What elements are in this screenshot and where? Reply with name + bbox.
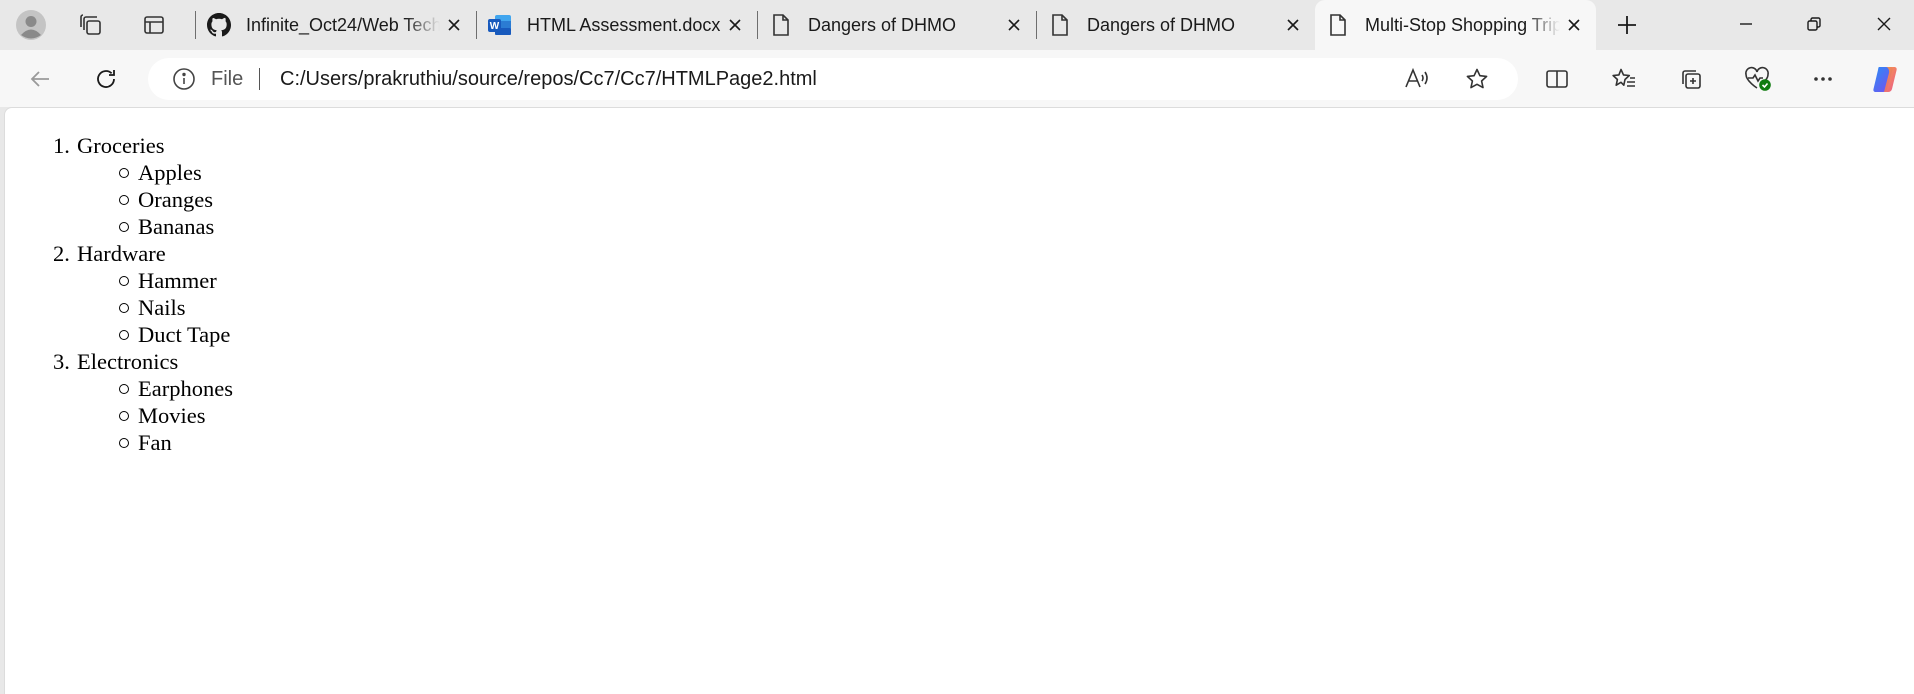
collections-button[interactable]: [1670, 58, 1712, 100]
back-button[interactable]: [19, 58, 61, 100]
page-icon: [1047, 12, 1073, 38]
circle-bullet-icon: [119, 411, 129, 421]
minimize-button[interactable]: [1716, 0, 1776, 48]
item-label: Fan: [138, 430, 172, 455]
copilot-button[interactable]: [1866, 58, 1908, 100]
circle-bullet-icon: [119, 276, 129, 286]
collections-icon: [1682, 70, 1701, 89]
category-number: 1.: [53, 133, 70, 158]
item-label: Earphones: [138, 376, 233, 401]
item-label: Hammer: [138, 268, 217, 293]
circle-bullet-icon: [119, 168, 129, 178]
github-icon: [206, 12, 232, 38]
tab-word-document[interactable]: W HTML Assessment.docx: [477, 5, 757, 45]
close-icon[interactable]: [1000, 11, 1028, 39]
browser-toolbar: File C:/Users/prakruthiu/source/repos/Cc…: [0, 50, 1914, 107]
circle-bullet-icon: [119, 303, 129, 313]
tab-actions-button[interactable]: [132, 5, 176, 45]
split-screen-icon: [1546, 70, 1568, 88]
address-divider: [259, 68, 260, 90]
item-label: Duct Tape: [138, 322, 231, 347]
category-label: Groceries: [77, 133, 165, 158]
circle-bullet-icon: [119, 195, 129, 205]
circle-bullet-icon: [119, 384, 129, 394]
favorites-button[interactable]: [1603, 58, 1645, 100]
category-number: 3.: [53, 349, 70, 374]
close-icon[interactable]: [1279, 11, 1307, 39]
new-tab-button[interactable]: [1605, 5, 1649, 45]
category-number: 2.: [53, 241, 70, 266]
star-icon: [1466, 68, 1488, 89]
page-viewport: 1. Groceries Apples Oranges Bananas 2. H…: [4, 107, 1914, 694]
circle-bullet-icon: [119, 222, 129, 232]
page-icon: [1325, 12, 1351, 38]
circle-bullet-icon: [119, 438, 129, 448]
close-window-button[interactable]: [1854, 0, 1914, 48]
tab-github[interactable]: Infinite_Oct24/Web Tech: [196, 5, 476, 45]
more-icon: [1814, 77, 1832, 81]
tab-title: Infinite_Oct24/Web Tech: [246, 14, 440, 35]
split-screen-button[interactable]: [1536, 58, 1578, 100]
minimize-icon: [1740, 23, 1752, 25]
heart-pulse-icon: [1745, 66, 1771, 91]
tab-strip: Infinite_Oct24/Web Tech W HTML Assessmen…: [0, 0, 1914, 50]
close-icon[interactable]: [440, 11, 468, 39]
close-icon[interactable]: [1560, 11, 1588, 39]
info-icon[interactable]: [172, 67, 196, 91]
workspaces-icon: [80, 14, 101, 35]
item-label: Movies: [138, 403, 206, 428]
refresh-button[interactable]: [85, 58, 127, 100]
tab-multi-stop-shopping-trip[interactable]: Multi-Stop Shopping Trip: [1315, 0, 1596, 50]
close-icon: [1877, 17, 1891, 31]
item-label: Oranges: [138, 187, 213, 212]
circle-bullet-icon: [119, 330, 129, 340]
profile-avatar[interactable]: [9, 5, 53, 45]
category-label: Hardware: [77, 241, 166, 266]
tab-title: Dangers of DHMO: [808, 14, 957, 35]
back-arrow-icon: [30, 71, 49, 87]
category-label: Electronics: [77, 349, 179, 374]
refresh-icon: [97, 70, 115, 88]
restore-button[interactable]: [1784, 0, 1844, 48]
browser-essentials-button[interactable]: [1736, 58, 1778, 100]
svg-text:W: W: [490, 21, 500, 32]
favorite-button[interactable]: [1456, 58, 1498, 100]
page-icon: [768, 12, 794, 38]
word-icon: W: [487, 12, 513, 38]
restore-icon: [1807, 17, 1821, 31]
address-bar[interactable]: File C:/Users/prakruthiu/source/repos/Cc…: [148, 58, 1518, 100]
tab-dangers-of-dhmo[interactable]: Dangers of DHMO: [758, 5, 1036, 45]
read-aloud-button[interactable]: [1396, 58, 1438, 100]
url-text[interactable]: C:/Users/prakruthiu/source/repos/Cc7/Cc7…: [280, 68, 817, 91]
tab-actions-icon: [144, 16, 164, 34]
close-icon[interactable]: [721, 11, 749, 39]
read-aloud-icon: [1405, 67, 1428, 88]
plus-icon: [1618, 16, 1636, 34]
protocol-label: File: [211, 68, 244, 90]
favorites-icon: [1612, 68, 1635, 87]
tab-title: HTML Assessment.docx: [527, 14, 721, 35]
profile-icon: [16, 10, 46, 40]
item-label: Nails: [138, 295, 186, 320]
copilot-icon: [1873, 67, 1897, 92]
tab-dangers-of-dhmo[interactable]: Dangers of DHMO: [1037, 5, 1315, 45]
settings-more-button[interactable]: [1802, 58, 1844, 100]
tab-title: Dangers of DHMO: [1087, 14, 1236, 35]
workspaces-button[interactable]: [69, 5, 113, 45]
item-label: Apples: [138, 160, 202, 185]
item-label: Bananas: [138, 214, 215, 239]
tab-title: Multi-Stop Shopping Trip: [1365, 14, 1560, 35]
